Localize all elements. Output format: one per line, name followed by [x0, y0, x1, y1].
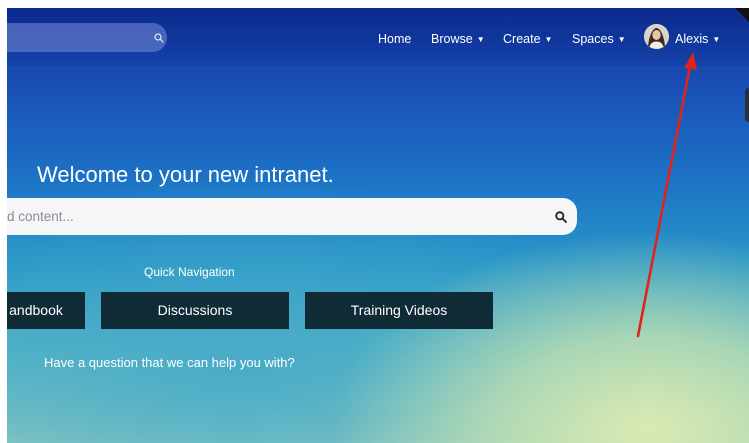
user-name: Alexis — [675, 32, 709, 46]
quick-navigation-heading: Quick Navigation — [144, 265, 235, 279]
nav-create-label: Create — [503, 32, 541, 46]
chevron-down-icon: ▼ — [544, 35, 553, 44]
content-search-input[interactable]: d content... — [7, 198, 577, 235]
page-title: Welcome to your new intranet. — [37, 162, 334, 187]
training-videos-button[interactable]: Training Videos — [305, 292, 493, 329]
avatar[interactable] — [644, 24, 669, 49]
nav-browse-label: Browse — [431, 32, 473, 46]
nav-create-menu[interactable]: Create ▼ — [503, 30, 552, 49]
nav-spaces-label: Spaces — [572, 32, 614, 46]
nav-menu: Home Browse ▼ Create ▼ Spaces ▼ Alexis ▼ — [7, 30, 749, 48]
discussions-button[interactable]: Discussions — [101, 292, 289, 329]
chevron-down-icon: ▼ — [617, 35, 626, 44]
user-avatar-image — [644, 24, 669, 49]
intranet-page: Home Browse ▼ Create ▼ Spaces ▼ Alexis ▼ Wel… — [7, 8, 749, 443]
nav-spaces-menu[interactable]: Spaces ▼ — [572, 30, 626, 49]
handbook-button[interactable]: andbook — [7, 292, 85, 329]
side-panel-tab[interactable] — [745, 88, 749, 122]
help-question-text: Have a question that we can help you wit… — [44, 355, 295, 370]
chevron-down-icon: ▼ — [712, 35, 721, 44]
content-search-placeholder: d content... — [7, 209, 74, 224]
user-menu[interactable]: Alexis ▼ — [675, 30, 720, 49]
search-icon[interactable] — [555, 211, 567, 223]
nav-home-link[interactable]: Home — [378, 30, 411, 48]
nav-browse-menu[interactable]: Browse ▼ — [431, 30, 485, 49]
chevron-down-icon: ▼ — [476, 35, 485, 44]
screenshot-frame: Home Browse ▼ Create ▼ Spaces ▼ Alexis ▼ Wel… — [0, 0, 749, 443]
page-corner-decoration — [735, 8, 749, 26]
